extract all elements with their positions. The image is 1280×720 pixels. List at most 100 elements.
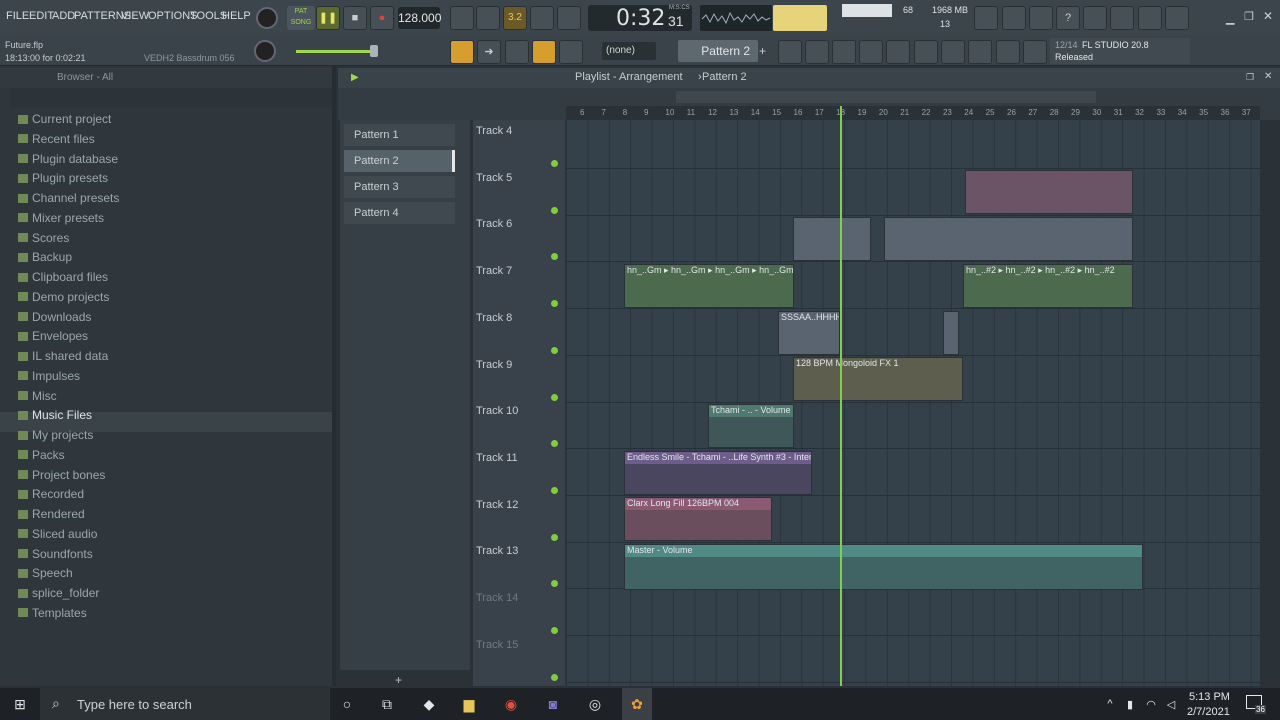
master-volume-knob[interactable]: [256, 7, 278, 29]
channel-select[interactable]: (none): [602, 42, 656, 60]
track-label[interactable]: Track 9: [476, 359, 512, 371]
channel-rack-icon[interactable]: [832, 40, 856, 64]
browser-item[interactable]: My projects: [18, 426, 93, 444]
cortana-icon[interactable]: ○: [334, 688, 360, 720]
tempo-display[interactable]: 128.000: [398, 7, 441, 29]
app-alien-icon[interactable]: ◆: [416, 688, 442, 720]
close-icon[interactable]: ✕: [1263, 9, 1273, 23]
blend-notes-icon[interactable]: [530, 6, 554, 30]
track-label[interactable]: Track 11: [476, 452, 518, 464]
browser-item[interactable]: Mixer presets: [18, 209, 104, 227]
file-explorer-icon[interactable]: ▆: [456, 688, 482, 720]
pat-song-toggle[interactable]: PAT SONG: [287, 6, 315, 30]
clip-track5[interactable]: [965, 170, 1133, 214]
arrangement-grid[interactable]: [566, 120, 1260, 686]
track-mute-led[interactable]: [551, 160, 558, 167]
track-mute-led[interactable]: [551, 206, 558, 214]
browser-item[interactable]: Impulses: [18, 367, 80, 385]
network-icon[interactable]: ◠: [1142, 688, 1160, 720]
track-label[interactable]: Track 4: [476, 125, 512, 137]
track-mute-led[interactable]: [551, 346, 558, 354]
clip-track6-b[interactable]: [884, 217, 1133, 261]
playlist-scrollbar[interactable]: [676, 91, 1096, 103]
browser-item[interactable]: Recent files: [18, 130, 95, 148]
track-mute-led[interactable]: [551, 393, 558, 401]
pattern-item[interactable]: Pattern 2: [344, 150, 455, 172]
browser-item[interactable]: Misc: [18, 387, 57, 405]
menu-edit[interactable]: EDIT: [29, 10, 54, 22]
download-icon[interactable]: [1165, 6, 1189, 30]
playlist-play-icon[interactable]: ▶: [351, 72, 359, 83]
master-volume-slider[interactable]: [296, 50, 376, 53]
browser-item[interactable]: Demo projects: [18, 288, 109, 306]
browser-splitter[interactable]: [332, 66, 336, 686]
chrome-icon[interactable]: ◉: [498, 688, 524, 720]
browser-item[interactable]: Downloads: [18, 308, 91, 326]
loop-record-icon[interactable]: [557, 6, 581, 30]
master-pitch-knob[interactable]: [254, 40, 276, 62]
menu-view[interactable]: VIEW: [121, 10, 149, 22]
plugin-picker-icon[interactable]: [886, 40, 910, 64]
tray-mic-icon[interactable]: ▮: [1122, 688, 1138, 720]
piano-roll-icon[interactable]: [450, 40, 474, 64]
browser-item[interactable]: Scores: [18, 229, 69, 247]
chat-icon[interactable]: [1138, 6, 1162, 30]
browser-item[interactable]: Envelopes: [18, 327, 88, 345]
playhead[interactable]: [840, 106, 842, 686]
scissors-icon[interactable]: [1002, 6, 1026, 30]
clip-track6-a[interactable]: [793, 217, 871, 261]
browser-item[interactable]: IL shared data: [18, 347, 108, 365]
menu-file[interactable]: FILE: [6, 10, 29, 22]
windows-start-icon[interactable]: ⊞: [0, 688, 40, 720]
cart-icon[interactable]: [1023, 40, 1047, 64]
pattern-item[interactable]: Pattern 1: [344, 124, 455, 146]
browser-item[interactable]: splice_folder: [18, 584, 99, 602]
track-mute-led[interactable]: [551, 486, 558, 494]
browser-item[interactable]: Music Files: [18, 406, 92, 424]
browser-item[interactable]: Speech: [18, 564, 73, 582]
stop-button[interactable]: ■: [343, 6, 367, 30]
browser-item[interactable]: Clipboard files: [18, 268, 108, 286]
browser-item[interactable]: Rendered: [18, 505, 85, 523]
browser-item[interactable]: Project bones: [18, 466, 105, 484]
track-mute-led[interactable]: [551, 673, 558, 681]
track-mute-led[interactable]: [551, 533, 558, 541]
save-icon[interactable]: [1083, 6, 1107, 30]
tray-chevron-icon[interactable]: ^: [1100, 688, 1120, 720]
menu-add[interactable]: ADD: [52, 10, 75, 22]
snap-icon[interactable]: [532, 40, 556, 64]
clip-track7-a[interactable]: hn_..Gm ▸ hn_..Gm ▸ hn_..Gm ▸ hn_..Gm: [624, 264, 794, 308]
wait-record-icon[interactable]: [476, 6, 500, 30]
clip-track10[interactable]: Tchami - .. - Volume: [708, 404, 794, 448]
menu-help[interactable]: HELP: [222, 10, 251, 22]
pattern-item[interactable]: Pattern 3: [344, 176, 455, 198]
discord-icon[interactable]: ◙: [540, 688, 566, 720]
microphone-icon[interactable]: [1029, 6, 1053, 30]
slider-handle[interactable]: [370, 45, 378, 57]
track-label[interactable]: Track 7: [476, 265, 512, 277]
minimize-icon[interactable]: ▁: [1226, 12, 1234, 25]
fl-studio-taskbar-icon[interactable]: ✿: [622, 688, 652, 720]
record-button[interactable]: ●: [370, 6, 394, 30]
clip-track8[interactable]: SSSAA..HHHHH: [778, 311, 840, 355]
track-label[interactable]: Track 12: [476, 499, 518, 511]
task-view-icon[interactable]: ⧉: [374, 688, 400, 720]
browser-item[interactable]: Plugin database: [18, 150, 118, 168]
track-label[interactable]: Track 8: [476, 312, 512, 324]
play-button[interactable]: ❚❚: [316, 6, 340, 30]
track-label[interactable]: Track 6: [476, 218, 512, 230]
help-icon[interactable]: ?: [1056, 6, 1080, 30]
browser-item[interactable]: Sliced audio: [18, 525, 97, 543]
playlist-icon[interactable]: [778, 40, 802, 64]
clip-track7-b[interactable]: hn_..#2 ▸ hn_..#2 ▸ hn_..#2 ▸ hn_..#2: [963, 264, 1133, 308]
track-label[interactable]: Track 10: [476, 405, 518, 417]
project-browser-icon[interactable]: [914, 40, 938, 64]
track-label[interactable]: Track 13: [476, 545, 518, 557]
pencil-icon[interactable]: [505, 40, 529, 64]
restore-icon[interactable]: ❐: [1244, 10, 1254, 23]
browser-item[interactable]: Plugin presets: [18, 169, 108, 187]
clip-track8-b[interactable]: [943, 311, 959, 355]
clip-track9[interactable]: 128 BPM Mongoloid FX 1: [793, 357, 963, 401]
clip-track13[interactable]: Master - Volume: [624, 544, 1143, 590]
metronome-icon[interactable]: [450, 6, 474, 30]
